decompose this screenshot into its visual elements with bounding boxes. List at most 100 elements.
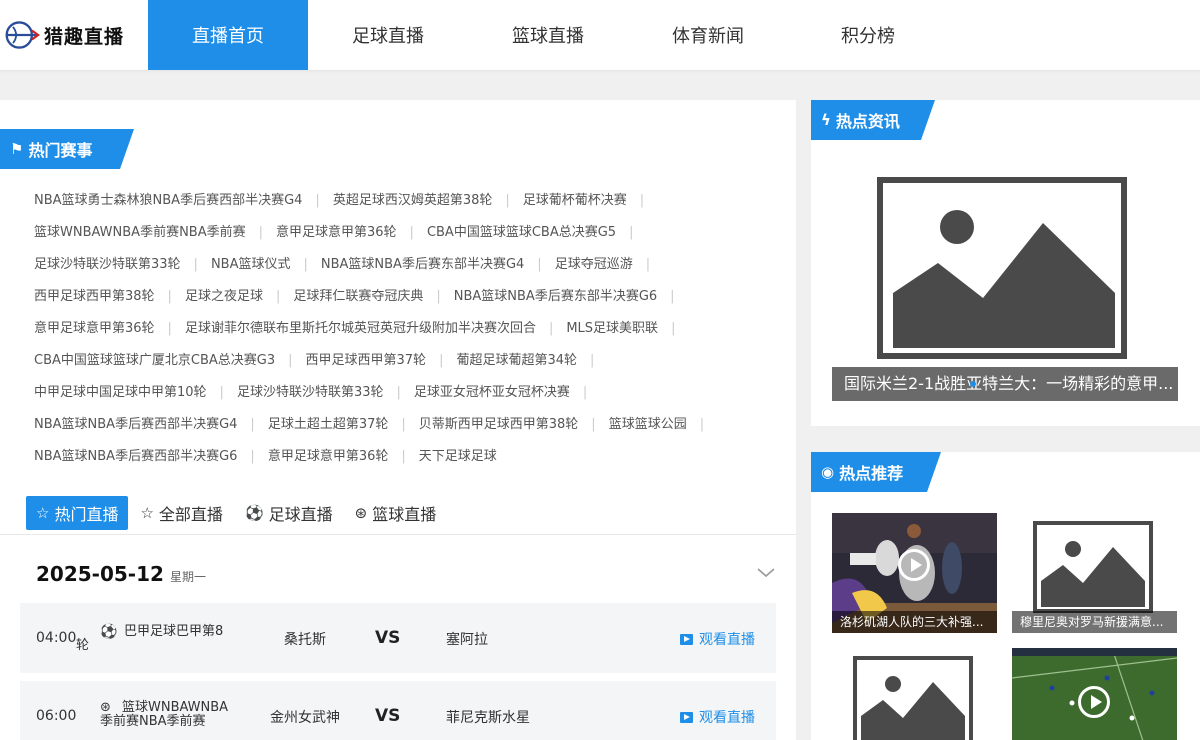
- recommend-item[interactable]: [832, 648, 997, 740]
- event-tag-link[interactable]: NBA篮球NBA季后赛西部半决赛G4: [34, 409, 237, 441]
- separator: |: [303, 257, 308, 272]
- watch-live-link[interactable]: 观看直播: [680, 707, 755, 727]
- match-league[interactable]: 篮球WNBAWNBA 季前赛NBA季前赛: [100, 701, 250, 729]
- carousel-dot[interactable]: [970, 381, 976, 387]
- image-placeholder-icon: [893, 210, 1115, 348]
- play-icon: [898, 549, 930, 581]
- event-tag-link[interactable]: 意甲足球意甲第36轮: [276, 217, 397, 249]
- separator: |: [699, 417, 705, 432]
- hot-news-header: ϟ 热点资讯: [811, 100, 935, 140]
- tag-row: 西甲足球西甲第38轮 | 足球之夜足球 | 足球拜仁联赛夺冠庆典 | NBA篮球NBA季后赛…: [34, 281, 774, 313]
- flag-icon: ⚑: [10, 140, 24, 158]
- event-tag-link[interactable]: NBA篮球勇士森林狼NBA季后赛西部半决赛G4: [34, 185, 302, 217]
- separator: |: [436, 289, 441, 304]
- watch-live-link[interactable]: 观看直播: [680, 629, 755, 649]
- basketball-icon: ⊛: [354, 504, 368, 522]
- separator: |: [250, 417, 255, 432]
- star-icon: ☆: [36, 504, 50, 522]
- event-tag-link[interactable]: 中甲足球中国足球中甲第10轮: [34, 377, 207, 409]
- separator: |: [167, 321, 172, 336]
- play-icon: [680, 633, 693, 645]
- nav-home[interactable]: 直播首页: [148, 0, 308, 70]
- tab-football-live[interactable]: ⚽ 足球直播: [235, 496, 343, 530]
- tab-basketball-live[interactable]: ⊛ 篮球直播: [345, 496, 447, 530]
- event-tag-link[interactable]: 篮球WNBAWNBA季前赛NBA季前赛: [34, 217, 246, 249]
- match-row[interactable]: 04:00 ⚽ 巴甲足球巴甲第8 轮 桑托斯 VS 塞阿拉 观看直播: [20, 603, 776, 673]
- event-tag-link[interactable]: CBA中国篮球篮球广厦北京CBA总决赛G3: [34, 345, 275, 377]
- separator: |: [219, 385, 224, 400]
- match-league[interactable]: 巴甲足球巴甲第8 轮: [76, 625, 250, 653]
- event-tag-link[interactable]: 足球谢菲尔德联布里斯托尔城英冠英冠升级附加半决赛次回合: [185, 313, 536, 345]
- play-circle-icon: ◉: [821, 463, 835, 481]
- event-tag-link[interactable]: 葡超足球葡超第34轮: [456, 345, 577, 377]
- tag-row: 意甲足球意甲第36轮 | 足球谢菲尔德联布里斯托尔城英冠英冠升级附加半决赛次回合 | M…: [34, 313, 774, 345]
- news-image-placeholder[interactable]: [877, 177, 1127, 359]
- separator: |: [639, 193, 645, 208]
- separator: |: [548, 321, 554, 336]
- event-tag-link[interactable]: NBA篮球NBA季后赛东部半决赛G6: [454, 281, 657, 313]
- separator: |: [250, 449, 255, 464]
- recommend-item[interactable]: 穆里尼奥对罗马新援满意...: [1012, 513, 1177, 633]
- event-tag-link[interactable]: 足球沙特联沙特联第33轮: [237, 377, 384, 409]
- match-row[interactable]: 06:00 ⊛ 篮球WNBAWNBA 季前赛NBA季前赛 金州女武神 VS 菲尼克…: [20, 681, 776, 740]
- event-tag-link[interactable]: 天下足球足球: [419, 441, 497, 473]
- event-tag-link[interactable]: 西甲足球西甲第38轮: [34, 281, 155, 313]
- separator: |: [537, 257, 542, 272]
- image-placeholder: [1033, 521, 1153, 613]
- event-tag-link[interactable]: 英超足球西汉姆英超第38轮: [333, 185, 493, 217]
- nav-basketball-live[interactable]: 篮球直播: [468, 0, 628, 70]
- event-tag-link[interactable]: 足球沙特联沙特联第33轮: [34, 249, 181, 281]
- top-navbar: 猎趣直播 直播首页 足球直播 篮球直播 体育新闻 积分榜: [0, 0, 1200, 70]
- chevron-down-icon[interactable]: [756, 563, 776, 583]
- event-tag-link[interactable]: 西甲足球西甲第37轮: [306, 345, 427, 377]
- play-icon: [1078, 686, 1110, 718]
- event-tag-link[interactable]: 意甲足球意甲第36轮: [34, 313, 155, 345]
- schedule-weekday: 星期一: [169, 570, 206, 584]
- image-placeholder-icon: [1041, 541, 1145, 607]
- play-icon: [680, 711, 693, 723]
- separator: |: [439, 353, 444, 368]
- news-caption[interactable]: 国际米兰2-1战胜亚特兰大：一场精彩的意甲...: [832, 367, 1178, 401]
- main-nav: 直播首页 足球直播 篮球直播 体育新闻 积分榜: [148, 0, 948, 70]
- event-tag-link[interactable]: NBA篮球仪式: [211, 249, 291, 281]
- nav-football-live[interactable]: 足球直播: [308, 0, 468, 70]
- schedule-date: 2025-05-12: [36, 562, 164, 586]
- tab-label: 篮球直播: [372, 505, 437, 524]
- event-tag-link[interactable]: 足球拜仁联赛夺冠庆典: [293, 281, 423, 313]
- separator: |: [288, 353, 293, 368]
- separator: |: [401, 449, 406, 464]
- event-tag-link[interactable]: 意甲足球意甲第36轮: [268, 441, 389, 473]
- event-tag-link[interactable]: NBA篮球NBA季后赛西部半决赛G6: [34, 441, 237, 473]
- nav-sports-news[interactable]: 体育新闻: [628, 0, 788, 70]
- tag-row: NBA篮球勇士森林狼NBA季后赛西部半决赛G4 | 英超足球西汉姆英超第38轮 | 足球…: [34, 185, 774, 217]
- recommend-header: ◉ 热点推荐: [811, 452, 941, 492]
- event-tag-link[interactable]: 足球之夜足球: [185, 281, 263, 313]
- event-tag-link[interactable]: MLS足球美职联: [566, 313, 658, 345]
- separator: |: [590, 353, 595, 368]
- tab-hot-live[interactable]: ☆ 热门直播: [26, 496, 129, 530]
- recommend-item[interactable]: 洛杉矶湖人队的三大补强...: [832, 513, 997, 633]
- event-tag-link[interactable]: 足球土超土超第37轮: [268, 409, 389, 441]
- event-tag-link[interactable]: 足球夺冠巡游: [555, 249, 633, 281]
- home-team: 金州女武神: [270, 710, 340, 726]
- logo-icon: [5, 21, 40, 49]
- event-tag-link[interactable]: CBA中国篮球篮球CBA总决赛G5: [427, 217, 616, 249]
- site-logo[interactable]: 猎趣直播: [0, 0, 148, 70]
- recommend-panel: ◉ 热点推荐 洛杉矶湖人队的三大补强... 穆里尼奥对罗马新援满意...: [811, 452, 1200, 740]
- nav-standings[interactable]: 积分榜: [788, 0, 948, 70]
- recommend-item[interactable]: [1012, 648, 1177, 740]
- event-tag-link[interactable]: NBA篮球NBA季后赛东部半决赛G4: [321, 249, 524, 281]
- event-tag-link[interactable]: 贝蒂斯西甲足球西甲第38轮: [419, 409, 579, 441]
- event-tag-link[interactable]: 足球葡杯葡杯决赛: [523, 185, 627, 217]
- tab-label: 全部直播: [158, 505, 223, 524]
- event-tag-link[interactable]: 足球亚女冠杯亚女冠杯决赛: [414, 377, 570, 409]
- away-team: 塞阿拉: [446, 632, 488, 648]
- match-time: 06:00: [36, 708, 77, 724]
- hot-events-title: 热门赛事: [28, 141, 93, 160]
- recommend-caption: 穆里尼奥对罗马新援满意...: [1012, 611, 1177, 633]
- tag-row: 篮球WNBAWNBA季前赛NBA季前赛 | 意甲足球意甲第36轮 | CBA中国篮球篮球…: [34, 217, 774, 249]
- tag-row: CBA中国篮球篮球广厦北京CBA总决赛G3 | 西甲足球西甲第37轮 | 葡超足球葡超第…: [34, 345, 774, 377]
- tab-all-live[interactable]: ☆ 全部直播: [130, 496, 232, 530]
- event-tag-link[interactable]: 篮球篮球公园: [609, 409, 687, 441]
- hot-news-title: 热点资讯: [835, 112, 900, 131]
